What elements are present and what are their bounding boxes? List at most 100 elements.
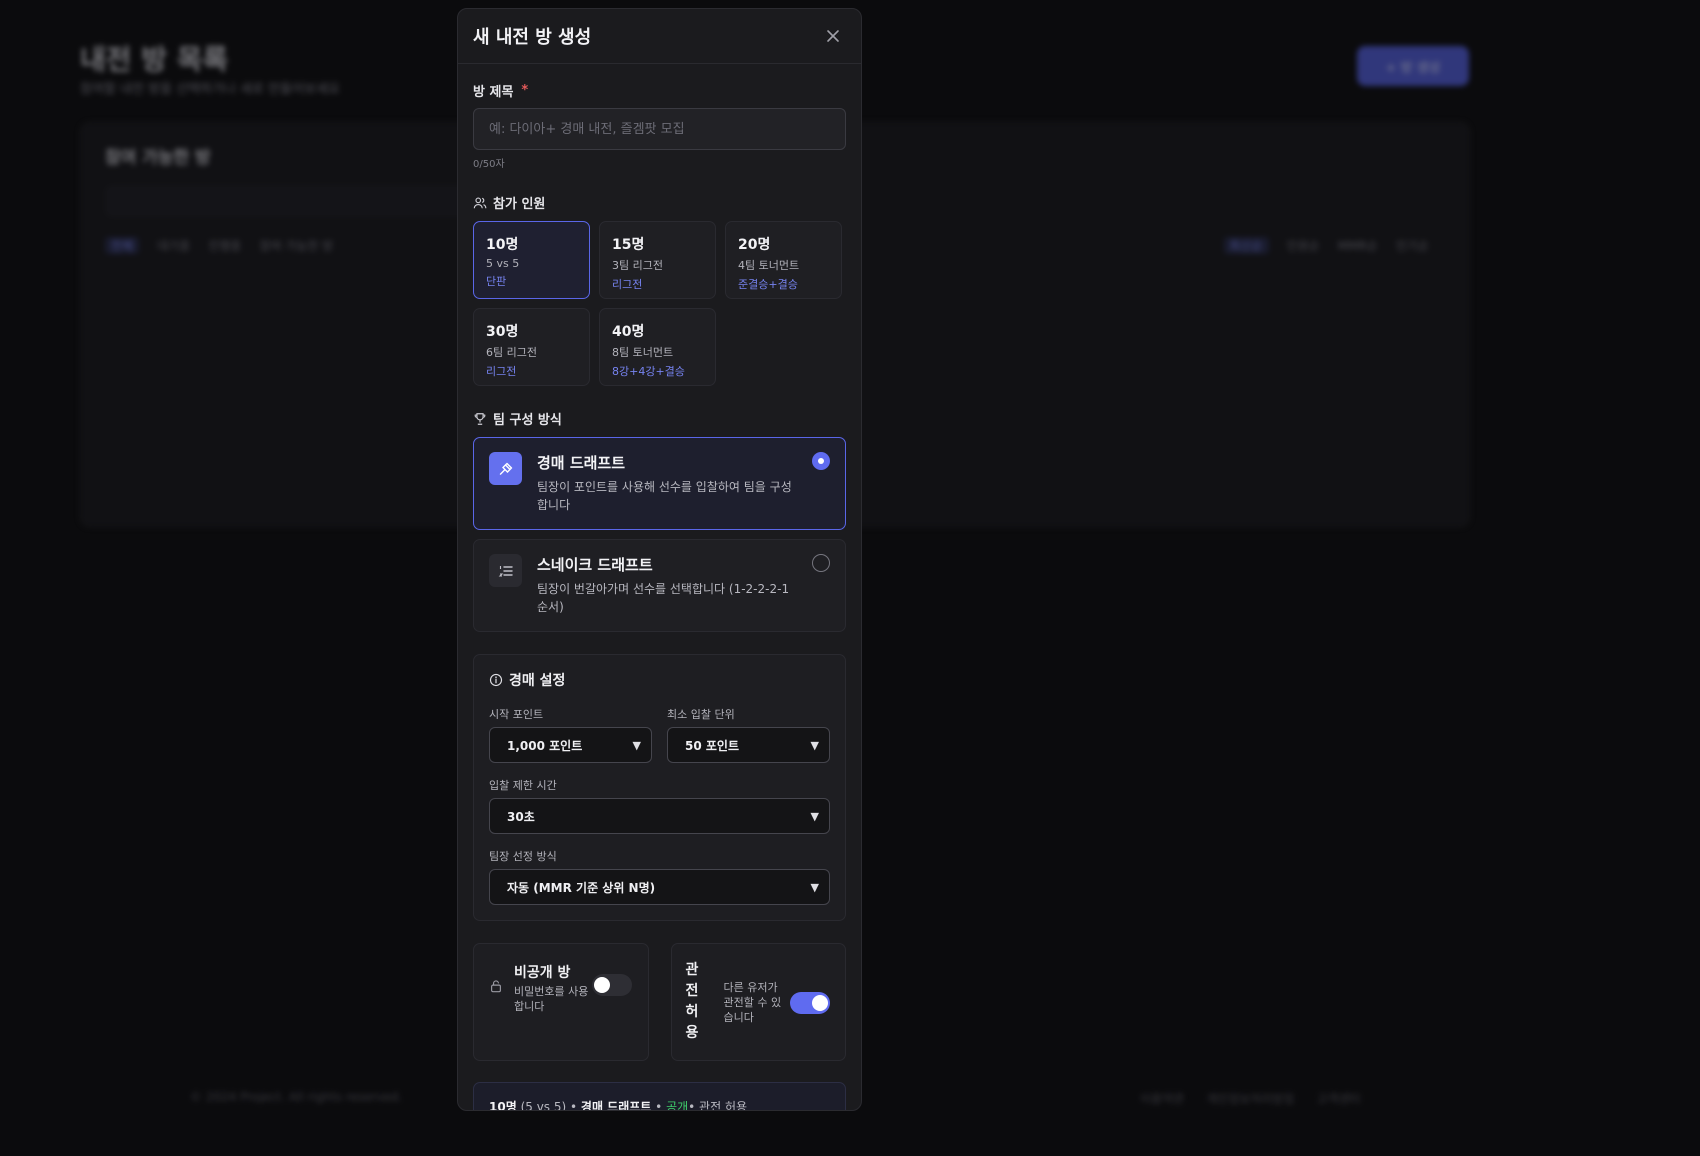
filter-all: 전체 xyxy=(105,237,140,254)
captain-method-value: 자동 (MMR 기준 상위 N명) xyxy=(507,880,656,895)
filter-joinable: 참여 가능한 방 xyxy=(259,239,334,253)
summary-spectate: • 관전 허용 xyxy=(688,1100,748,1111)
room-summary: 10명 (5 vs 5) • 경매 드래프트 • 공개• 관전 허용 xyxy=(473,1082,846,1111)
chevron-down-icon: ▼ xyxy=(810,809,819,823)
player-option-desc: 8팀 토너먼트 xyxy=(612,346,674,359)
chevron-down-icon: ▼ xyxy=(810,880,819,894)
auction-draft-option[interactable]: 경매 드래프트 팀장이 포인트를 사용해 선수를 입찰하여 팀을 구성합니다 xyxy=(473,437,846,530)
player-option-40[interactable]: 40명 8팀 토너먼트 8강+4강+결승 xyxy=(599,308,716,386)
modal-header: 새 내전 방 생성 xyxy=(458,9,861,64)
min-bid-label: 최소 입찰 단위 xyxy=(667,708,735,721)
gavel-icon xyxy=(489,452,522,485)
start-points-value: 1,000 포인트 xyxy=(507,738,583,753)
start-points-field: 시작 포인트 1,000 포인트 ▼ xyxy=(489,706,652,763)
sort-mmr: MMR순 xyxy=(1337,239,1378,253)
sort-players: 인원순 xyxy=(1286,239,1320,253)
auction-draft-radio[interactable] xyxy=(812,452,830,470)
captain-method-field: 팀장 선정 방식 자동 (MMR 기준 상위 N명) ▼ xyxy=(489,848,830,905)
panel-title: 참여 가능한 방 xyxy=(105,148,211,168)
start-points-label: 시작 포인트 xyxy=(489,708,544,721)
trophy-icon xyxy=(474,412,486,425)
private-room-desc: 비밀번호를 사용합니다 xyxy=(514,985,589,1013)
players-label-text: 참가 인원 xyxy=(493,197,546,212)
min-bid-field: 최소 입찰 단위 50 포인트 ▼ xyxy=(667,706,830,763)
player-option-10[interactable]: 10명 5 vs 5 단판 xyxy=(473,221,590,299)
player-option-format: 8강+4강+결승 xyxy=(612,365,685,378)
draft-name: 경매 드래프트 xyxy=(537,454,626,472)
captain-method-select[interactable]: 자동 (MMR 기준 상위 N명) ▼ xyxy=(489,869,830,905)
spectate-toggle[interactable] xyxy=(789,992,830,1014)
player-option-30[interactable]: 30명 6팀 리그전 리그전 xyxy=(473,308,590,386)
player-option-format: 단판 xyxy=(486,275,507,288)
auction-settings-title-text: 경매 설정 xyxy=(509,673,566,689)
snake-draft-radio[interactable] xyxy=(812,554,830,572)
player-option-count: 15명 xyxy=(612,237,645,253)
room-options: 비공개 방 비밀번호를 사용합니다 관전 허용 다른 유저가 관전할 수 있습니… xyxy=(473,943,846,1061)
sort-latest: 최신순 xyxy=(1223,237,1269,254)
private-room-toggle[interactable] xyxy=(592,974,632,996)
room-title-label: 방 제목 * xyxy=(473,81,846,100)
sort-popular: 인기순 xyxy=(1395,239,1429,253)
snake-draft-option[interactable]: 스네이크 드래프트 팀장이 번갈아가며 선수를 선택합니다 (1-2-2-2-1… xyxy=(473,539,846,632)
bid-time-field: 입찰 제한 시간 30초 ▼ xyxy=(489,777,830,834)
player-option-desc: 6팀 리그전 xyxy=(486,346,537,359)
spectate-option: 관전 허용 다른 유저가 관전할 수 있습니다 xyxy=(670,943,846,1061)
draft-desc: 팀장이 포인트를 사용해 선수를 입찰하여 팀을 구성합니다 xyxy=(537,480,792,512)
bid-time-select[interactable]: 30초 ▼ xyxy=(489,798,830,834)
player-option-count: 20명 xyxy=(738,237,771,253)
player-option-15[interactable]: 15명 3팀 리그전 리그전 xyxy=(599,221,716,299)
room-sort: 최신순 인원순 MMR순 인기순 xyxy=(1223,237,1429,254)
summary-match: (5 vs 5) xyxy=(520,1100,567,1111)
summary-separator: • xyxy=(566,1100,581,1111)
private-room-option: 비공개 방 비밀번호를 사용합니다 xyxy=(473,943,649,1061)
summary-method: 경매 드래프트 xyxy=(580,1100,652,1111)
player-option-count: 40명 xyxy=(612,324,645,340)
page-subtitle: 참여할 내전 방을 선택하거나 새로 만들어보세요 xyxy=(80,82,340,97)
modal-title: 새 내전 방 생성 xyxy=(473,27,592,48)
draft-name: 스네이크 드래프트 xyxy=(537,556,653,574)
min-bid-select[interactable]: 50 포인트 ▼ xyxy=(667,727,830,763)
team-method-label-text: 팀 구성 방식 xyxy=(493,413,562,428)
start-points-select[interactable]: 1,000 포인트 ▼ xyxy=(489,727,652,763)
list-ordered-icon xyxy=(489,554,522,587)
private-room-title: 비공개 방 xyxy=(514,965,571,981)
player-option-desc: 3팀 리그전 xyxy=(612,259,663,272)
char-count: 0/50자 xyxy=(473,159,505,170)
bid-time-label: 입찰 제한 시간 xyxy=(489,779,557,792)
close-icon[interactable] xyxy=(820,23,846,49)
auction-settings-title: 경매 설정 xyxy=(489,670,830,690)
auction-settings: 경매 설정 시작 포인트 1,000 포인트 ▼ 최소 입찰 단위 50 포인트… xyxy=(473,654,846,921)
room-title-label-text: 방 제목 xyxy=(473,85,514,100)
chevron-down-icon: ▼ xyxy=(632,738,641,752)
spectate-desc: 다른 유저가 관전할 수 있습니다 xyxy=(723,981,782,1024)
footer-copyright: © 2024 Project. All rights reserved. xyxy=(190,1090,403,1104)
captain-method-label: 팀장 선정 방식 xyxy=(489,850,557,863)
player-option-20[interactable]: 20명 4팀 토너먼트 준결승+결승 xyxy=(725,221,842,299)
info-icon xyxy=(489,673,503,687)
footer-links: 이용약관 개인정보처리방침 고객센터 xyxy=(1140,1090,1361,1107)
create-room-button: + 방 생성 xyxy=(1357,46,1469,86)
room-title-input[interactable] xyxy=(473,108,846,150)
auction-field-row: 시작 포인트 1,000 포인트 ▼ 최소 입찰 단위 50 포인트 ▼ xyxy=(489,706,830,763)
player-option-desc: 5 vs 5 xyxy=(486,257,520,270)
filter-playing: 진행중 xyxy=(208,239,242,253)
lock-icon xyxy=(489,978,503,997)
summary-count: 10명 xyxy=(489,1100,517,1111)
player-count-grid: 10명 5 vs 5 단판 15명 3팀 리그전 리그전 20명 4팀 토너먼트… xyxy=(473,221,846,386)
players-label: 참가 인원 xyxy=(473,193,846,212)
team-method-label: 팀 구성 방식 xyxy=(473,409,846,428)
summary-separator: • xyxy=(651,1100,667,1111)
footer-link-terms: 이용약관 xyxy=(1140,1092,1185,1106)
player-option-format: 준결승+결승 xyxy=(738,278,798,291)
spectate-title: 관전 허용 xyxy=(685,962,699,1041)
player-option-format: 리그전 xyxy=(486,365,517,378)
page-title: 내전 방 목록 xyxy=(80,43,229,76)
modal-body: 방 제목 * 0/50자 참가 인원 10명 5 vs 5 단판 15명 3팀 리… xyxy=(458,81,861,1111)
summary-visibility: 공개 xyxy=(666,1100,689,1111)
player-option-format: 리그전 xyxy=(612,278,643,291)
player-option-desc: 4팀 토너먼트 xyxy=(738,259,800,272)
filter-waiting: 대기중 xyxy=(157,239,191,253)
users-icon xyxy=(473,197,487,208)
required-mark: * xyxy=(521,83,529,98)
room-filters: 전체 대기중 진행중 참여 가능한 방 xyxy=(105,237,333,254)
